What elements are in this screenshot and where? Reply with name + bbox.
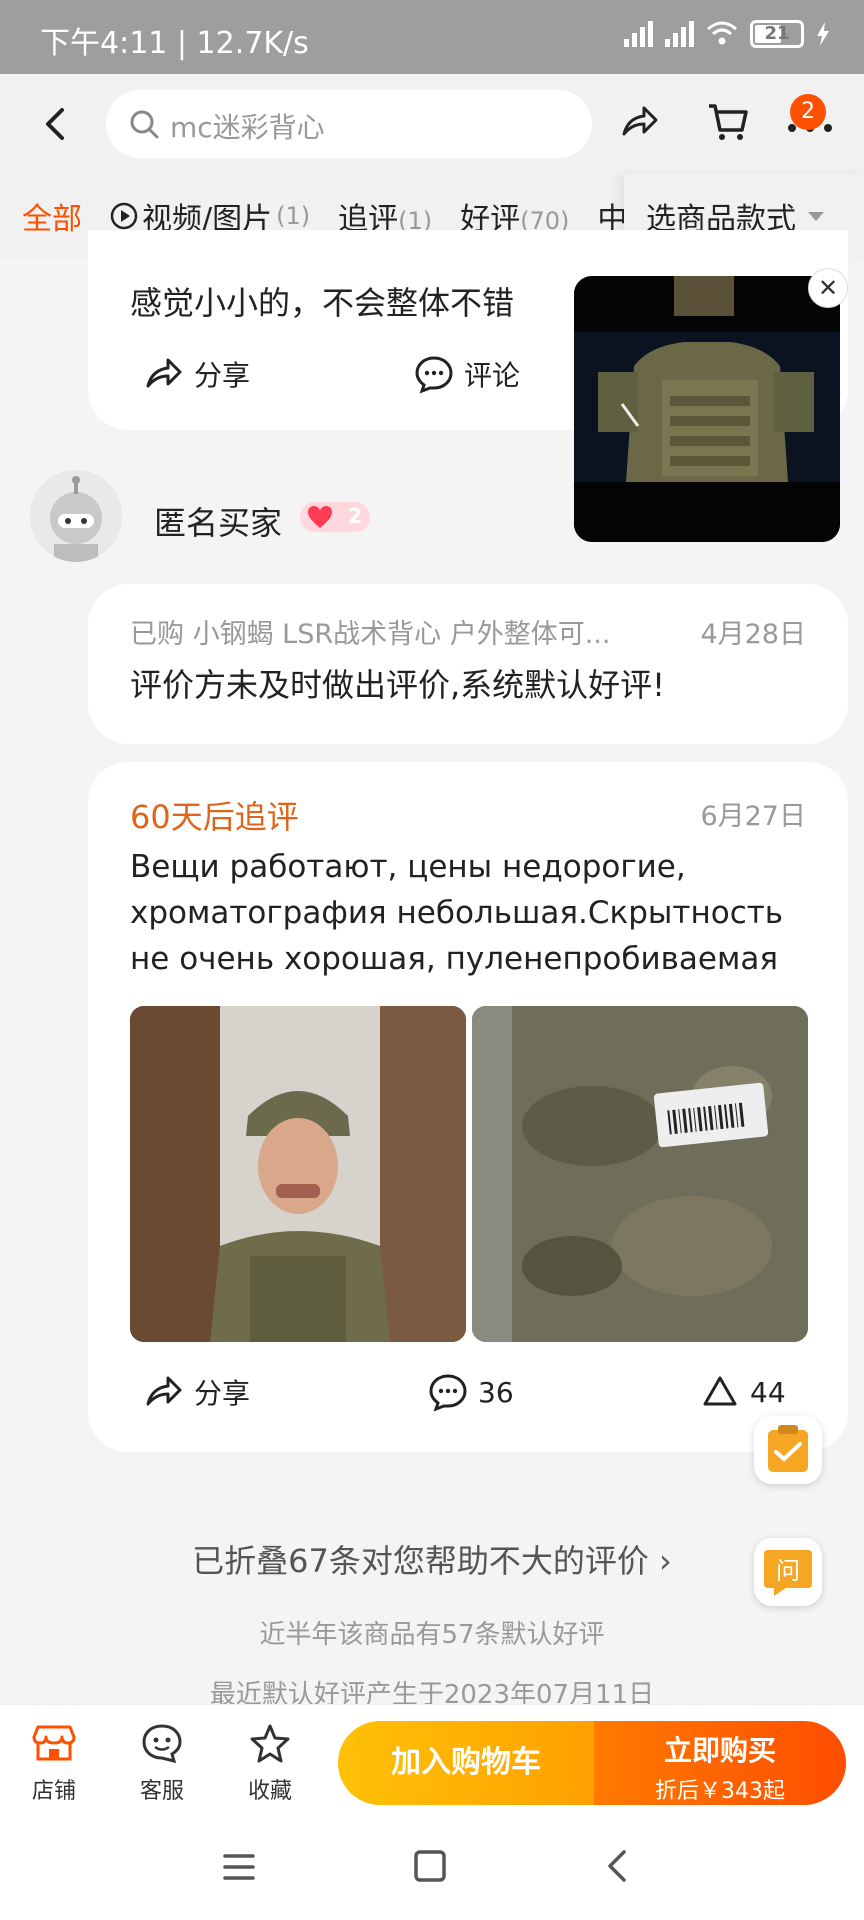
- followup-review-card: 60天后追评 6月27日 Вещи работают, цены недорог…: [88, 762, 848, 1452]
- cart-icon[interactable]: [706, 100, 750, 144]
- followup-date: 6月27日: [700, 801, 806, 832]
- floating-video-preview[interactable]: [574, 276, 840, 542]
- favorite-button[interactable]: 收藏: [230, 1723, 310, 1805]
- user-level-badge: 2: [300, 502, 370, 532]
- chat-face-icon: [142, 1724, 182, 1764]
- anonymous-avatar-icon: [30, 470, 122, 562]
- checklist-icon: [768, 1425, 808, 1472]
- system-nav-bar: [0, 1818, 864, 1920]
- review-text: 感觉小小的，不会整体不错: [130, 284, 515, 322]
- store-icon: [32, 1725, 76, 1761]
- share-icon[interactable]: [620, 102, 660, 142]
- wifi-icon: [707, 21, 737, 45]
- status-bar: 下午4:11 | 12.7K/s 21: [0, 0, 864, 74]
- store-button[interactable]: 店铺: [14, 1723, 94, 1805]
- comment-icon: [429, 1374, 467, 1412]
- search-icon: [130, 110, 159, 139]
- bottom-action-bar: 店铺 客服 收藏 加入购物车 立即购买 折后￥343起: [0, 1704, 864, 1818]
- close-video-button[interactable]: ✕: [808, 268, 848, 308]
- tab-all[interactable]: 全部: [22, 194, 82, 238]
- star-icon: [250, 1724, 290, 1763]
- share-button[interactable]: 分享: [144, 1372, 250, 1412]
- signal-icon: [624, 21, 653, 47]
- battery-icon: 21: [750, 20, 804, 48]
- add-to-cart-button[interactable]: 加入购物车: [338, 1721, 594, 1805]
- status-icons: 21: [624, 20, 830, 48]
- share-icon: [146, 358, 182, 388]
- avatar: [30, 470, 122, 562]
- followup-label: 60天后追评: [130, 798, 299, 836]
- caret-down-icon: [808, 211, 824, 221]
- comment-count: 36: [478, 1375, 514, 1409]
- like-button[interactable]: 44: [700, 1372, 786, 1412]
- reviewer-name: 匿名买家: [154, 504, 283, 542]
- buy-now-button[interactable]: 立即购买 折后￥343起: [594, 1721, 846, 1805]
- default-review-note: 近半年该商品有57条默认好评: [259, 1620, 605, 1650]
- thumbs-up-icon: [703, 1376, 737, 1406]
- review-card: 已购 小钢蝎 LSR战术背心 户外整体可... 4月28日 评价方未及时做出评价…: [88, 584, 848, 744]
- heart-icon: [308, 506, 332, 528]
- charging-icon: [817, 22, 829, 46]
- comment-icon: [415, 356, 453, 394]
- share-icon: [146, 1376, 182, 1406]
- share-button[interactable]: 分享: [144, 354, 250, 394]
- top-nav: mc迷彩背心 2: [0, 74, 864, 174]
- home-icon[interactable]: [412, 1848, 448, 1884]
- comment-button[interactable]: 36: [428, 1372, 514, 1412]
- review-text: 评价方未及时做出评价,系统默认好评!: [130, 666, 666, 704]
- like-count: 44: [750, 1375, 786, 1409]
- status-time: 下午4:11 | 12.7K/s: [40, 26, 309, 61]
- search-placeholder: mc迷彩背心: [170, 111, 325, 144]
- comment-button[interactable]: 评论: [414, 354, 520, 394]
- price-note: 折后￥343起: [655, 1779, 785, 1804]
- purchased-item[interactable]: 已购 小钢蝎 LSR战术背心 户外整体可...: [130, 612, 670, 651]
- review-photo[interactable]: [130, 1006, 466, 1342]
- play-icon: [110, 202, 138, 230]
- message-badge: 2: [790, 94, 826, 130]
- review-photo[interactable]: [472, 1006, 808, 1342]
- customer-service-button[interactable]: 客服: [122, 1723, 202, 1805]
- review-date: 4月28日: [700, 619, 806, 650]
- signal-icon-2: [665, 21, 694, 47]
- checklist-float-button[interactable]: [754, 1416, 822, 1484]
- back-icon[interactable]: [602, 1848, 632, 1884]
- menu-icon[interactable]: [222, 1850, 256, 1884]
- back-arrow-icon[interactable]: [38, 104, 74, 144]
- video-thumbnail: [574, 276, 840, 542]
- search-input[interactable]: mc迷彩背心: [106, 90, 592, 158]
- followup-text: Вещи работают, цены недорогие, хроматогр…: [130, 849, 784, 977]
- folded-reviews-link[interactable]: 已折叠67条对您帮助不大的评价 ›: [0, 1536, 864, 1582]
